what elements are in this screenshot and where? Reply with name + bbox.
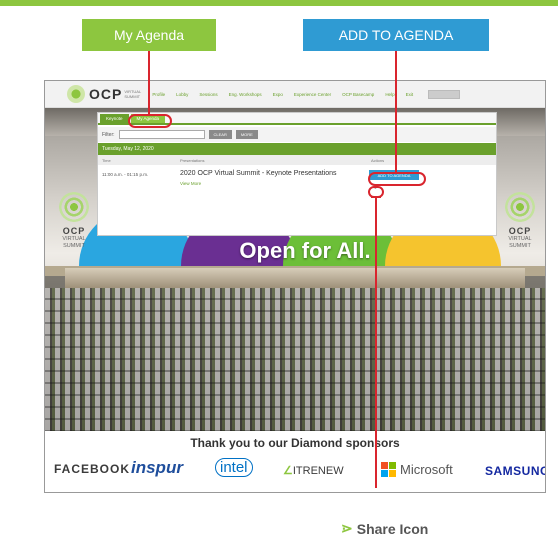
col-time: Time [102,158,111,163]
annotation-oval-add [368,172,426,186]
nav-lobby[interactable]: Lobby [176,92,188,97]
nav-help[interactable]: Help [385,92,394,97]
sponsor-intel[interactable]: intel [215,458,253,477]
top-accent-bar [0,0,558,6]
sponsor-microsoft[interactable]: Microsoft [381,462,453,477]
agenda-panel: Keynote My Agenda Filter: CLEAR MORE Tue… [97,112,497,236]
sponsor-samsung[interactable]: SAMSUNG [485,464,545,478]
annotation-oval-agenda [128,114,172,128]
virtual-stage-scene: Open for All. OCP VIRTUAL SUMMIT OCP VIR… [45,108,545,431]
logo-subtitle: VIRTUAL SUMMIT [124,89,142,99]
annotation-line-add [395,51,397,173]
share-icon-label: Share Icon [356,520,429,537]
ocp-badge-icon [67,85,85,103]
nav-sessions[interactable]: Sessions [199,92,217,97]
annotation-line-agenda [148,51,150,115]
sponsor-itrenew[interactable]: ∠ITRENEW [283,464,344,477]
session-title: 2020 OCP Virtual Summit - Keynote Presen… [180,170,337,177]
microsoft-label: Microsoft [400,462,453,477]
nav-profile[interactable]: Profile [152,92,165,97]
side-logo-sub2: SUMMIT [63,243,85,249]
nav-search-input[interactable] [428,89,461,99]
col-presentations: Presentations [180,158,205,163]
nav-expo[interactable]: Expo [273,92,283,97]
side-logo-sub1: VIRTUAL [62,236,86,242]
filter-input[interactable] [118,130,205,139]
tutorial-screenshot: My Agenda ADD TO AGENDA OCP VIRTUAL SUMM… [0,0,558,545]
sponsor-facebook[interactable]: FACEBOOK [54,462,130,476]
sponsor-inspur[interactable]: inspur [131,458,183,478]
nav-experience-center[interactable]: Experience Center [294,92,331,97]
audience-rows [45,288,545,431]
ocp-dots-icon [59,192,89,222]
side-logo-sub2: SUMMIT [509,243,531,249]
sponsor-band: Thank you to our Diamond sponsors FACEBO… [45,431,545,492]
col-actions: Actions [371,158,385,163]
share-icon-callout: ⋗ Share Icon [341,520,428,537]
annotation-arrowhead [371,196,381,198]
my-agenda-callout: My Agenda [82,19,216,51]
nav-eng-workshops[interactable]: Eng. Workshops [229,92,262,97]
logo-text: OCP [89,86,123,102]
filter-label: Filter: [102,131,115,138]
microsoft-logo-icon [381,462,396,477]
view-more-link[interactable]: View More [180,181,201,186]
top-nav: OCP VIRTUAL SUMMIT Profile Lobby Session… [45,81,545,108]
itrenew-label: ITRENEW [292,465,344,477]
ocp-dots-icon [505,192,535,222]
side-logo-left: OCP VIRTUAL SUMMIT [51,192,97,250]
side-logo-sub1: VIRTUAL [508,236,532,242]
annotation-line-share [375,196,377,488]
filter-row: Filter: CLEAR MORE [98,127,496,142]
ocp-logo[interactable]: OCP VIRTUAL SUMMIT [67,85,144,103]
clear-button[interactable]: CLEAR [208,130,232,139]
tab-keynote[interactable]: Keynote [100,113,129,123]
nav-links: Profile Lobby Sessions Eng. Workshops Ex… [152,92,424,97]
side-logo-text: OCP [62,226,86,236]
add-to-agenda-callout: ADD TO AGENDA [303,19,489,51]
date-header: Tuesday, May 12, 2020 [98,143,496,155]
nav-exit[interactable]: Exit [406,92,414,97]
sponsor-title: Thank you to our Diamond sponsors [190,436,400,450]
more-button[interactable]: MORE [235,130,258,139]
nav-ocp-basecamp[interactable]: OCP Basecamp [342,92,374,97]
session-time: 11:00 a.m. - 01:15 p.m. [102,172,149,177]
column-headers: Time Presentations Actions [98,155,496,165]
side-logo-text: OCP [508,226,532,236]
share-icon: ⋗ [341,520,353,536]
itrenew-mark-icon: ∠ [283,465,293,477]
side-logo-right: OCP VIRTUAL SUMMIT [497,192,543,250]
summit-window: OCP VIRTUAL SUMMIT Profile Lobby Session… [44,80,546,493]
